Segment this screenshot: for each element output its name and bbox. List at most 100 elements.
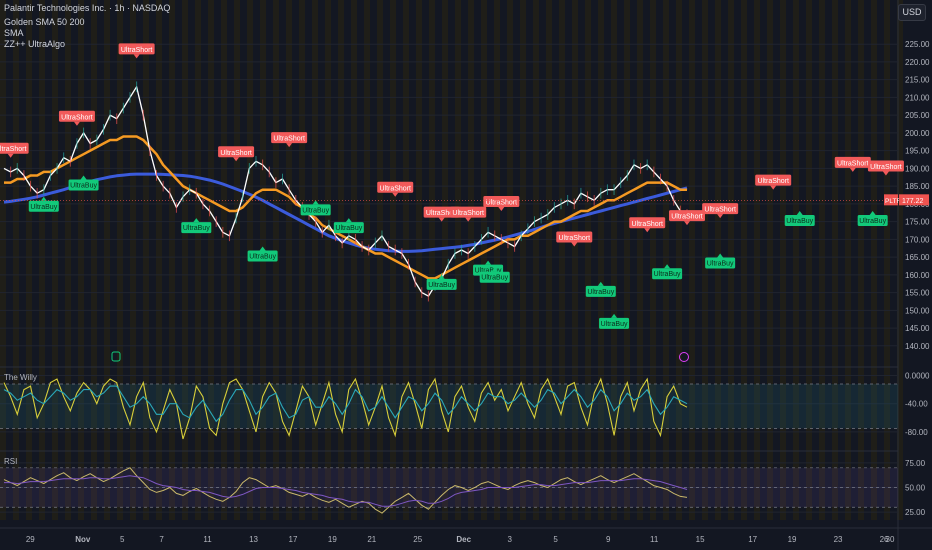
time-stripe [637,0,643,520]
time-stripe [832,0,838,520]
time-stripe [208,0,214,520]
y-tick-label: 165.00 [905,253,930,262]
x-tick-label: 17 [289,535,298,544]
time-stripe [650,0,656,520]
label-pointer [345,218,352,223]
label-text: UltraBuy [302,207,329,214]
time-stripe [234,0,240,520]
time-stripe [221,0,227,520]
label-text: UltraBuy [249,253,276,260]
y-tick-label: 185.00 [905,182,930,191]
x-tick-label: 21 [367,535,376,544]
indicator-ultraalgo[interactable]: ZZ++ UltraAlgo [4,39,65,50]
time-stripe [481,0,487,520]
label-text: UltraBuy [481,275,508,282]
time-stripe [520,0,526,520]
time-stripe [689,0,695,520]
label-text: UltraBuy [70,182,97,189]
x-tick-label: 3 [507,535,512,544]
time-stripe [858,0,864,520]
y-tick-label: 170.00 [905,235,930,244]
willy-pane-title: The Willy [4,373,37,382]
time-stripe [663,0,669,520]
time-stripe [52,0,58,520]
y-tick-label: 195.00 [905,147,930,156]
currency-button[interactable]: USD [898,4,926,21]
x-tick-label: 25 [413,535,422,544]
label-text: UltraShort [631,221,663,228]
time-stripe [351,0,357,520]
label-pointer [7,153,14,158]
ultrashort-label: UltraShort [834,156,871,172]
x-tick-label: 11 [650,535,659,544]
x-tick-label: 19 [328,535,337,544]
label-text: UltraShort [61,114,93,121]
label-text: UltraBuy [183,225,210,232]
time-stripe [611,0,617,520]
y-tick-label: 145.00 [905,324,930,333]
label-text: UltraBuy [859,218,886,225]
time-stripe [13,0,19,520]
time-stripe [364,0,370,520]
time-stripe [780,0,786,520]
x-tick-label: 5 [120,535,125,544]
x-tick-label: 29 [26,535,35,544]
y-tick-label: 160.00 [905,271,930,280]
time-stripe [598,0,604,520]
time-stripe [338,0,344,520]
y-tick-label: 200.00 [905,129,930,138]
time-stripe [78,0,84,520]
time-stripe [65,0,71,520]
label-text: UltraShort [220,150,252,157]
time-stripe [299,0,305,520]
time-stripe [676,0,682,520]
indicator-sma[interactable]: SMA [4,28,24,39]
time-stripe [325,0,331,520]
label-text: UltraBuy [601,321,628,328]
ultrashort-label: UltraShort [629,217,666,233]
label-text: UltraShort [452,210,484,217]
time-stripe [624,0,630,520]
time-stripe [0,0,6,520]
time-stripe [754,0,760,520]
time-stripe [104,0,110,520]
time-stripe [585,0,591,520]
symbol-title[interactable]: Palantir Technologies Inc. · 1h · NASDAQ [4,3,170,14]
label-text: UltraBuy [707,261,734,268]
label-text: UltraBuy [786,218,813,225]
time-stripe [312,0,318,520]
y-tick-label: 150.00 [905,306,930,315]
price-chart-svg[interactable]: 140.00145.00150.00155.00160.00165.00170.… [0,0,932,550]
x-tick-label: Nov [75,535,91,544]
ticker-tag-text: PLTR [885,198,901,205]
y-tick-label: 175.00 [905,218,930,227]
x-tick-label: 17 [748,535,757,544]
label-text: UltraShort [671,214,703,221]
y-tick-label: 75.00 [905,459,926,468]
label-pointer [644,228,651,233]
y-tick-label: -40.00 [905,400,928,409]
rsi-pane-title: RSI [4,457,18,466]
indicator-golden-sma[interactable]: Golden SMA 50 200 [4,17,85,28]
time-stripe [559,0,565,520]
x-tick-label: 15 [696,535,705,544]
time-stripe [169,0,175,520]
time-stripe [416,0,422,520]
ultrashort-label: UltraShort [483,195,520,211]
ultrashort-label: UltraShort [118,43,155,59]
time-stripe [533,0,539,520]
x-tick-label: 11 [203,535,212,544]
x-tick-label: 5 [553,535,558,544]
label-text: UltraBuy [30,204,57,211]
time-stripe [442,0,448,520]
time-stripe [39,0,45,520]
y-tick-label: 190.00 [905,164,930,173]
ultrashort-label: UltraShort [669,210,705,226]
time-stripe [91,0,97,520]
time-stripe [156,0,162,520]
time-stripe [819,0,825,520]
time-stripe [182,0,188,520]
label-text: UltraBuy [654,271,681,278]
time-stripe [117,0,123,520]
time-stripe [195,0,201,520]
